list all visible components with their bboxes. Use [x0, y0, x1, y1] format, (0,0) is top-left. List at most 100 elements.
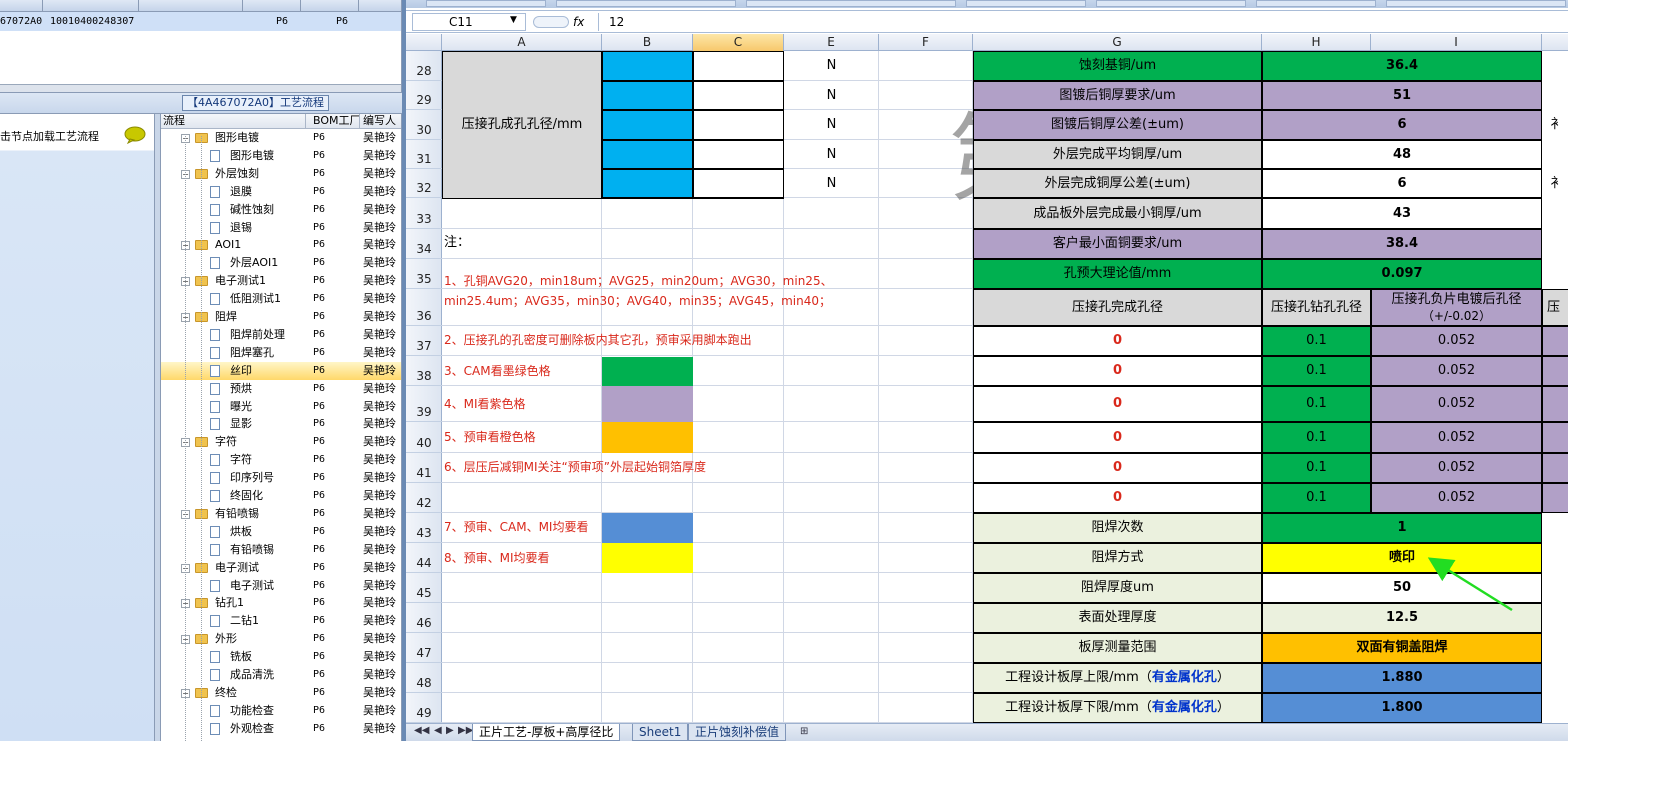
- next-sheet-icon[interactable]: ▶: [446, 725, 454, 736]
- solder-param-label[interactable]: 工程设计板厚上限/mm（ 有金属化孔）: [973, 663, 1262, 693]
- press-fit-hole-label-cell[interactable]: 压接孔成孔孔径/mm: [442, 51, 602, 199]
- row-header[interactable]: 45: [406, 573, 442, 603]
- e-value-cell[interactable]: N: [784, 110, 879, 140]
- grid-cell[interactable]: [693, 198, 784, 229]
- solder-param-label[interactable]: 工程设计板厚下限/mm（ 有金属化孔）: [973, 693, 1262, 723]
- hole-plated-value[interactable]: 0.052: [1371, 386, 1542, 422]
- param-label[interactable]: 外层完成铜厚公差(±um): [973, 169, 1262, 198]
- grid-cell[interactable]: [442, 483, 602, 513]
- row-header[interactable]: 33: [406, 198, 442, 229]
- blank-cell[interactable]: [693, 169, 784, 198]
- hole-finished-value[interactable]: 0: [973, 422, 1262, 453]
- column-header-i[interactable]: I: [1371, 34, 1542, 51]
- param-label[interactable]: 图镀后铜厚要求/um: [973, 81, 1262, 110]
- hole-plated-value[interactable]: 0.052: [1371, 422, 1542, 453]
- grid-cell[interactable]: [879, 81, 973, 110]
- grid-cell[interactable]: [442, 198, 602, 229]
- hole-more-value[interactable]: [1542, 483, 1568, 513]
- tree-node[interactable]: 印序列号 P6 吴艳玲: [161, 469, 401, 487]
- row-header[interactable]: 47: [406, 633, 442, 663]
- grid-cell[interactable]: [784, 573, 879, 603]
- grid-cell[interactable]: [784, 483, 879, 513]
- grid-cell[interactable]: [784, 326, 879, 356]
- sheet-tab-1[interactable]: 正片工艺-厚板+高厚径比: [472, 724, 621, 741]
- hole-finished-value[interactable]: 0: [973, 453, 1262, 483]
- tree-node[interactable]: 烘板 P6 吴艳玲: [161, 523, 401, 541]
- hole-more-value[interactable]: [1542, 386, 1568, 422]
- tree-node[interactable]: − 电子测试 P6 吴艳玲: [161, 559, 401, 577]
- grid-cell[interactable]: [879, 198, 973, 229]
- solder-param-label[interactable]: 阻焊次数: [973, 513, 1262, 543]
- tree-node[interactable]: 阻焊塞孔 P6 吴艳玲: [161, 344, 401, 362]
- hole-more-value[interactable]: [1542, 326, 1568, 356]
- tree-node[interactable]: 曝光 P6 吴艳玲: [161, 398, 401, 416]
- hole-plated-value[interactable]: 0.052: [1371, 326, 1542, 356]
- cyan-cell[interactable]: [602, 51, 693, 81]
- blank-cell[interactable]: [693, 51, 784, 81]
- col-header-bom-factory[interactable]: BOM工厂: [313, 114, 361, 128]
- row-header[interactable]: 30: [406, 110, 442, 140]
- tree-node[interactable]: 退膜 P6 吴艳玲: [161, 183, 401, 201]
- e-value-cell[interactable]: N: [784, 81, 879, 110]
- grid-cell[interactable]: [693, 422, 784, 453]
- hole-finished-value[interactable]: 0: [973, 356, 1262, 386]
- swatch-purple[interactable]: [602, 386, 693, 422]
- row-header[interactable]: 41: [406, 453, 442, 483]
- grid-cell[interactable]: [879, 51, 973, 81]
- tree-node[interactable]: − 外层蚀刻 P6 吴艳玲: [161, 165, 401, 183]
- grid-cell[interactable]: [879, 693, 973, 723]
- tree-node[interactable]: − 字符 P6 吴艳玲: [161, 433, 401, 451]
- grid-cell[interactable]: [602, 198, 693, 229]
- tree-node[interactable]: 二钻1 P6 吴艳玲: [161, 612, 401, 630]
- grid-cell[interactable]: [784, 603, 879, 633]
- grid-cell[interactable]: [602, 633, 693, 663]
- hole-drill-value[interactable]: 0.1: [1262, 422, 1371, 453]
- param-value[interactable]: 0.097: [1262, 259, 1542, 289]
- param-value[interactable]: 6: [1262, 169, 1542, 198]
- tree-node[interactable]: 功能检查 P6 吴艳玲: [161, 702, 401, 720]
- hole-more-value[interactable]: [1542, 453, 1568, 483]
- hole-more-value[interactable]: [1542, 356, 1568, 386]
- tree-node[interactable]: − 外形 P6 吴艳玲: [161, 630, 401, 648]
- tree-node[interactable]: 丝印 P6 吴艳玲: [161, 361, 401, 380]
- row-header[interactable]: 28: [406, 51, 442, 81]
- solder-param-value[interactable]: 喷印: [1262, 543, 1542, 573]
- grid-cell[interactable]: [784, 513, 879, 543]
- grid-cell[interactable]: [693, 573, 784, 603]
- tree-node[interactable]: 终固化 P6 吴艳玲: [161, 487, 401, 505]
- tree-node[interactable]: − 终检 P6 吴艳玲: [161, 684, 401, 702]
- grid-cell[interactable]: [442, 693, 602, 723]
- swatch-green[interactable]: [602, 357, 693, 386]
- grid-cell[interactable]: [784, 693, 879, 723]
- insert-function-button[interactable]: fx: [527, 13, 593, 31]
- e-value-cell[interactable]: N: [784, 140, 879, 169]
- row-header[interactable]: 31: [406, 140, 442, 169]
- horizontal-scrollbar[interactable]: [0, 84, 401, 92]
- tree-node[interactable]: 外观检查 P6 吴艳玲: [161, 720, 401, 738]
- cyan-cell[interactable]: [602, 81, 693, 110]
- swatch-blue[interactable]: [602, 513, 693, 543]
- tree-node[interactable]: 退锡 P6 吴艳玲: [161, 219, 401, 237]
- swatch-orange[interactable]: [602, 422, 693, 453]
- grid-cell[interactable]: [879, 513, 973, 543]
- solder-param-label[interactable]: 阻焊方式: [973, 543, 1262, 573]
- process-flow-title[interactable]: 【4A467072A0】工艺流程: [182, 95, 330, 111]
- name-box[interactable]: C11: [412, 13, 526, 31]
- grid-cell[interactable]: [602, 573, 693, 603]
- grid-cell[interactable]: [693, 693, 784, 723]
- hole-header-plated[interactable]: 压接孔负片电镀后孔径 （+/-0.02）: [1371, 289, 1542, 326]
- grid-cell[interactable]: [693, 603, 784, 633]
- param-value[interactable]: 48: [1262, 140, 1542, 169]
- blank-cell[interactable]: [693, 110, 784, 140]
- cyan-cell[interactable]: [602, 140, 693, 169]
- column-header-h[interactable]: H: [1262, 34, 1371, 51]
- param-value[interactable]: 6: [1262, 110, 1542, 140]
- tree-node[interactable]: 电子测试 P6 吴艳玲: [161, 577, 401, 595]
- grid-cell[interactable]: [784, 543, 879, 573]
- grid-cell[interactable]: [784, 356, 879, 386]
- row-header[interactable]: 43: [406, 513, 442, 543]
- hole-header-drill[interactable]: 压接孔钻孔孔径: [1262, 289, 1371, 326]
- grid-cell[interactable]: [879, 483, 973, 513]
- grid-cell[interactable]: [879, 229, 973, 259]
- grid-cell[interactable]: [602, 483, 693, 513]
